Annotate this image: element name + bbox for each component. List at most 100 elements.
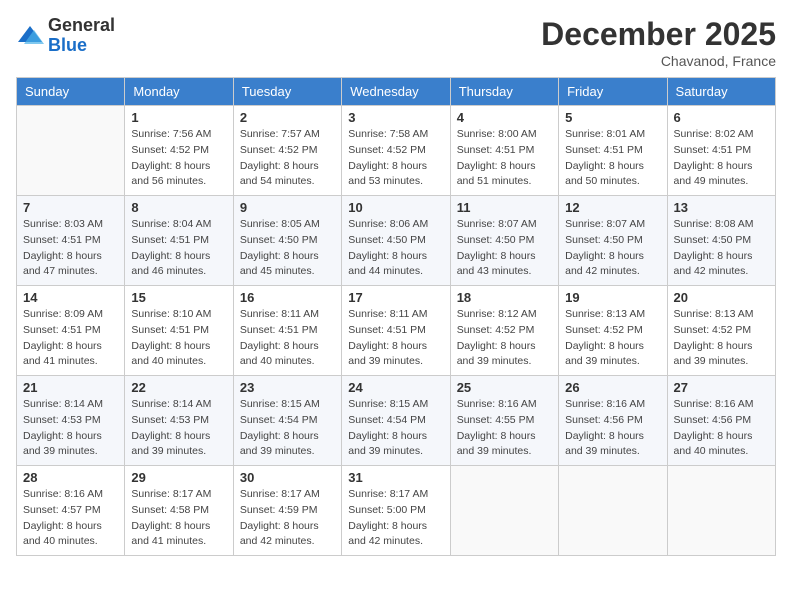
day-number: 14: [23, 290, 118, 305]
day-info: Sunrise: 8:08 AMSunset: 4:50 PMDaylight:…: [674, 217, 769, 280]
day-info: Sunrise: 8:09 AMSunset: 4:51 PMDaylight:…: [23, 307, 118, 370]
calendar-cell: 17 Sunrise: 8:11 AMSunset: 4:51 PMDayligh…: [342, 286, 450, 376]
day-number: 1: [131, 110, 226, 125]
calendar-table: SundayMondayTuesdayWednesdayThursdayFrid…: [16, 77, 776, 556]
calendar-cell: 15Sunrise: 8:10 AMSunset: 4:51 PMDayligh…: [125, 286, 233, 376]
calendar-header-row: SundayMondayTuesdayWednesdayThursdayFrid…: [17, 78, 776, 106]
day-info: Sunrise: 8:03 AMSunset: 4:51 PMDaylight:…: [23, 217, 118, 280]
calendar-cell: 21 Sunrise: 8:14 AMSunset: 4:53 PMDayligh…: [17, 376, 125, 466]
logo-text: General Blue: [48, 16, 115, 56]
calendar-cell: 14 Sunrise: 8:09 AMSunset: 4:51 PMDayligh…: [17, 286, 125, 376]
weekday-header: Sunday: [17, 78, 125, 106]
day-number: 5: [565, 110, 660, 125]
day-number: 24: [348, 380, 443, 395]
calendar-week-row: 28Sunrise: 8:16 AMSunset: 4:57 PMDayligh…: [17, 466, 776, 556]
day-info: Sunrise: 8:16 AMSunset: 4:56 PMDaylight:…: [565, 397, 660, 460]
day-info: Sunrise: 8:10 AMSunset: 4:51 PMDaylight:…: [131, 307, 226, 370]
day-info: Sunrise: 7:57 AMSunset: 4:52 PMDaylight:…: [240, 127, 335, 190]
day-number: 23: [240, 380, 335, 395]
calendar-cell: 7Sunrise: 8:03 AMSunset: 4:51 PMDaylight…: [17, 196, 125, 286]
logo-blue: Blue: [48, 35, 87, 55]
day-info: Sunrise: 8:07 AMSunset: 4:50 PMDaylight:…: [457, 217, 552, 280]
weekday-header: Thursday: [450, 78, 558, 106]
title-area: December 2025 Chavanod, France: [541, 16, 776, 69]
calendar-cell: [667, 466, 775, 556]
day-info: Sunrise: 8:17 AMSunset: 4:58 PMDaylight:…: [131, 487, 226, 550]
calendar-cell: 28Sunrise: 8:16 AMSunset: 4:57 PMDayligh…: [17, 466, 125, 556]
calendar-cell: 22 Sunrise: 8:14 AMSunset: 4:53 PMDayligh…: [125, 376, 233, 466]
day-number: 2: [240, 110, 335, 125]
weekday-header: Tuesday: [233, 78, 341, 106]
day-info: Sunrise: 8:16 AMSunset: 4:56 PMDaylight:…: [674, 397, 769, 460]
calendar-cell: [559, 466, 667, 556]
day-number: 11: [457, 200, 552, 215]
calendar-cell: 9 Sunrise: 8:05 AMSunset: 4:50 PMDaylight…: [233, 196, 341, 286]
logo: General Blue: [16, 16, 115, 56]
day-number: 12: [565, 200, 660, 215]
calendar-cell: 1 Sunrise: 7:56 AMSunset: 4:52 PMDaylight…: [125, 106, 233, 196]
calendar-cell: 24Sunrise: 8:15 AMSunset: 4:54 PMDayligh…: [342, 376, 450, 466]
day-info: Sunrise: 7:56 AMSunset: 4:52 PMDaylight:…: [131, 127, 226, 190]
day-info: Sunrise: 8:14 AMSunset: 4:53 PMDaylight:…: [23, 397, 118, 460]
calendar-cell: 6Sunrise: 8:02 AMSunset: 4:51 PMDaylight…: [667, 106, 775, 196]
day-number: 4: [457, 110, 552, 125]
day-number: 25: [457, 380, 552, 395]
calendar-cell: 2 Sunrise: 7:57 AMSunset: 4:52 PMDaylight…: [233, 106, 341, 196]
calendar-cell: 11 Sunrise: 8:07 AMSunset: 4:50 PMDayligh…: [450, 196, 558, 286]
day-info: Sunrise: 8:17 AMSunset: 5:00 PMDaylight:…: [348, 487, 443, 550]
calendar-cell: [450, 466, 558, 556]
calendar-cell: 30Sunrise: 8:17 AMSunset: 4:59 PMDayligh…: [233, 466, 341, 556]
calendar-cell: [17, 106, 125, 196]
day-info: Sunrise: 8:05 AMSunset: 4:50 PMDaylight:…: [240, 217, 335, 280]
day-number: 3: [348, 110, 443, 125]
day-number: 10: [348, 200, 443, 215]
day-number: 21: [23, 380, 118, 395]
day-info: Sunrise: 8:14 AMSunset: 4:53 PMDaylight:…: [131, 397, 226, 460]
calendar-cell: 4 Sunrise: 8:00 AMSunset: 4:51 PMDaylight…: [450, 106, 558, 196]
day-number: 16: [240, 290, 335, 305]
calendar-cell: 3Sunrise: 7:58 AMSunset: 4:52 PMDaylight…: [342, 106, 450, 196]
day-info: Sunrise: 8:02 AMSunset: 4:51 PMDaylight:…: [674, 127, 769, 190]
location: Chavanod, France: [541, 53, 776, 69]
calendar-cell: 19Sunrise: 8:13 AMSunset: 4:52 PMDayligh…: [559, 286, 667, 376]
day-number: 17: [348, 290, 443, 305]
day-info: Sunrise: 8:11 AMSunset: 4:51 PMDaylight:…: [240, 307, 335, 370]
calendar-cell: 20Sunrise: 8:13 AMSunset: 4:52 PMDayligh…: [667, 286, 775, 376]
weekday-header: Saturday: [667, 78, 775, 106]
day-info: Sunrise: 8:01 AMSunset: 4:51 PMDaylight:…: [565, 127, 660, 190]
calendar-week-row: 14 Sunrise: 8:09 AMSunset: 4:51 PMDayligh…: [17, 286, 776, 376]
day-number: 13: [674, 200, 769, 215]
logo-general: General: [48, 15, 115, 35]
day-info: Sunrise: 8:16 AMSunset: 4:57 PMDaylight:…: [23, 487, 118, 550]
day-number: 8: [131, 200, 226, 215]
day-number: 27: [674, 380, 769, 395]
day-number: 18: [457, 290, 552, 305]
calendar-cell: 25 Sunrise: 8:16 AMSunset: 4:55 PMDayligh…: [450, 376, 558, 466]
day-number: 31: [348, 470, 443, 485]
day-info: Sunrise: 8:15 AMSunset: 4:54 PMDaylight:…: [240, 397, 335, 460]
calendar-week-row: 21 Sunrise: 8:14 AMSunset: 4:53 PMDayligh…: [17, 376, 776, 466]
day-info: Sunrise: 8:07 AMSunset: 4:50 PMDaylight:…: [565, 217, 660, 280]
calendar-cell: 23 Sunrise: 8:15 AMSunset: 4:54 PMDayligh…: [233, 376, 341, 466]
header: General Blue December 2025 Chavanod, Fra…: [16, 16, 776, 69]
day-number: 22: [131, 380, 226, 395]
day-info: Sunrise: 8:11 AMSunset: 4:51 PMDaylight:…: [348, 307, 443, 370]
day-number: 30: [240, 470, 335, 485]
day-number: 9: [240, 200, 335, 215]
day-number: 20: [674, 290, 769, 305]
day-info: Sunrise: 8:16 AMSunset: 4:55 PMDaylight:…: [457, 397, 552, 460]
calendar-cell: 29 Sunrise: 8:17 AMSunset: 4:58 PMDayligh…: [125, 466, 233, 556]
calendar-cell: 8Sunrise: 8:04 AMSunset: 4:51 PMDaylight…: [125, 196, 233, 286]
calendar-cell: 13 Sunrise: 8:08 AMSunset: 4:50 PMDayligh…: [667, 196, 775, 286]
calendar-cell: 10 Sunrise: 8:06 AMSunset: 4:50 PMDayligh…: [342, 196, 450, 286]
day-number: 29: [131, 470, 226, 485]
calendar-cell: 26Sunrise: 8:16 AMSunset: 4:56 PMDayligh…: [559, 376, 667, 466]
logo-icon: [16, 22, 44, 50]
day-info: Sunrise: 8:12 AMSunset: 4:52 PMDaylight:…: [457, 307, 552, 370]
day-number: 19: [565, 290, 660, 305]
day-info: Sunrise: 8:00 AMSunset: 4:51 PMDaylight:…: [457, 127, 552, 190]
day-info: Sunrise: 8:06 AMSunset: 4:50 PMDaylight:…: [348, 217, 443, 280]
calendar-week-row: 1 Sunrise: 7:56 AMSunset: 4:52 PMDaylight…: [17, 106, 776, 196]
weekday-header: Friday: [559, 78, 667, 106]
weekday-header: Monday: [125, 78, 233, 106]
